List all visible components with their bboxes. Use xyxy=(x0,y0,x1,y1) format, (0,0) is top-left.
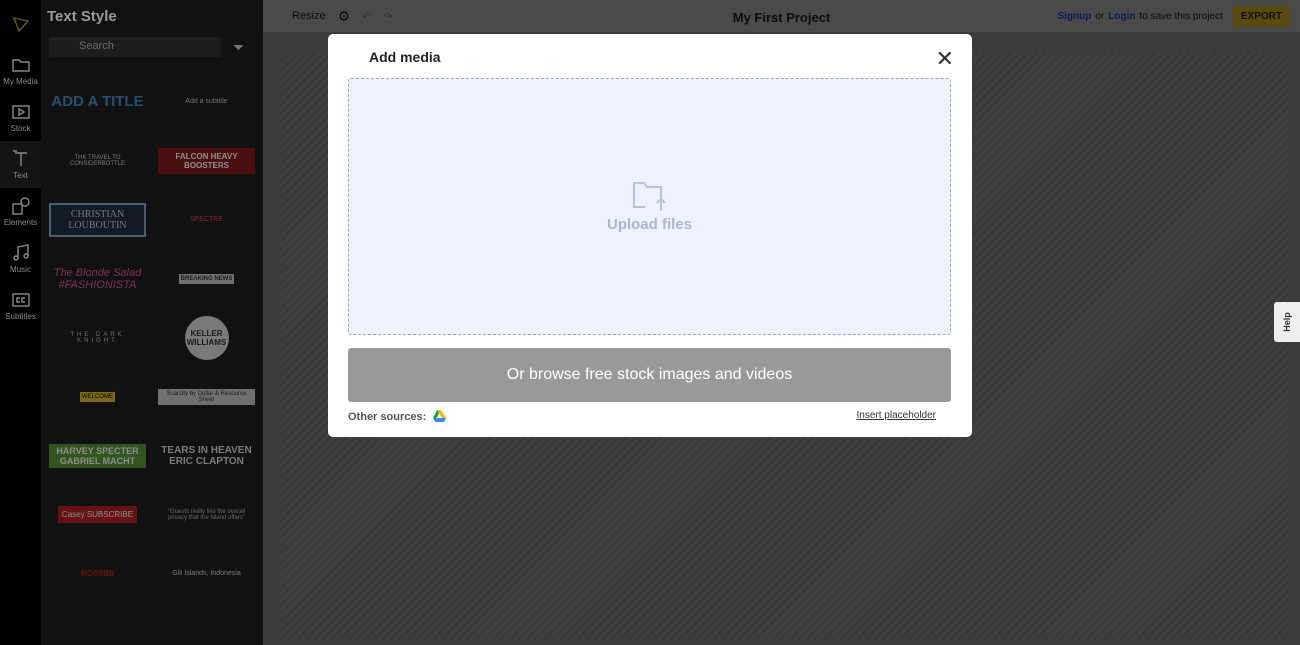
tile-text: THK TRAVEL TO CONSIDERBOTTLE xyxy=(69,154,125,167)
tile-text: FALCON HEAVY BOOSTERS xyxy=(158,147,255,174)
cc-icon xyxy=(11,293,30,307)
tile-text: Add a subtitle xyxy=(185,98,228,105)
text-style-tile[interactable]: HARVEY SPECTER GABRIEL MACHT xyxy=(49,426,146,485)
text-style-tile[interactable]: "Guests really like the overall privacy … xyxy=(158,485,255,544)
tile-text: TEARS IN HEAVEN ERIC CLAPTON xyxy=(161,444,252,467)
redo-icon[interactable]: ↷ xyxy=(383,10,392,23)
text-style-tile[interactable]: Gili Islands, Indonesia xyxy=(158,544,255,603)
google-drive-icon[interactable] xyxy=(432,410,447,423)
folder-icon xyxy=(11,59,30,72)
sidebar-item-label: Subtitles xyxy=(5,312,36,321)
sidebar-item-music[interactable]: Music xyxy=(0,235,41,282)
tile-text: ROSSINI xyxy=(81,569,114,578)
close-icon[interactable]: ✕ xyxy=(936,46,954,72)
tile-text: CHRISTIAN LOUBOUTIN xyxy=(49,202,146,237)
upload-files-label: Upload files xyxy=(606,216,692,233)
text-style-tile[interactable]: ADD A TITLE xyxy=(49,72,146,131)
tile-text: THE DARK KNIGHT xyxy=(70,331,125,344)
add-media-modal: Add media ✕ Upload files Or browse free … xyxy=(328,34,972,437)
text-style-tile[interactable]: Add a subtitle xyxy=(158,72,255,131)
text-style-tile[interactable]: THK TRAVEL TO CONSIDERBOTTLE xyxy=(49,131,146,190)
text-style-tile[interactable]: The Blonde Salad #FASHIONISTA xyxy=(49,249,146,308)
text-style-tile[interactable]: KELLER WILLIAMS xyxy=(158,308,255,367)
tile-text: Gili Islands, Indonesia xyxy=(172,570,241,577)
or-text: or xyxy=(1095,10,1105,22)
insert-placeholder-link[interactable]: Insert placeholder xyxy=(857,410,937,421)
upload-dropzone[interactable]: Upload files xyxy=(348,78,951,335)
filter-icon[interactable]: ⏷ xyxy=(233,39,244,56)
sidebar-item-stock[interactable]: Stock xyxy=(0,94,41,141)
text-style-tile[interactable]: ROSSINI xyxy=(49,544,146,603)
sidebar-item-label: Music xyxy=(10,265,31,274)
text-style-tile[interactable]: FALCON HEAVY BOOSTERS xyxy=(158,131,255,190)
text-style-tile[interactable]: Casey SUBSCRIBE xyxy=(49,485,146,544)
tile-text: ADD A TITLE xyxy=(51,93,144,110)
icon-sidebar: My Media Stock Text Elements Music Subti… xyxy=(0,0,41,645)
tile-text: WELCOME xyxy=(79,391,115,402)
sidebar-item-label: Stock xyxy=(10,124,31,133)
login-link[interactable]: Login xyxy=(1108,11,1135,22)
text-icon xyxy=(12,150,27,166)
browse-stock-button[interactable]: Or browse free stock images and videos xyxy=(348,348,951,402)
tile-text: The Blonde Salad #FASHIONISTA xyxy=(53,266,142,291)
music-icon xyxy=(12,244,29,261)
help-label: Help xyxy=(1281,312,1292,332)
text-style-tile[interactable]: CHRISTIAN LOUBOUTIN xyxy=(49,190,146,249)
sidebar-item-elements[interactable]: Elements xyxy=(0,188,41,235)
text-style-tile[interactable]: Scarcity by Dollar & Resource Sheet xyxy=(158,367,255,426)
text-style-grid: ADD A TITLE Add a subtitle THK TRAVEL TO C… xyxy=(49,72,255,603)
tile-text: "Guests really like the overall privacy … xyxy=(167,508,246,521)
signup-link[interactable]: Signup xyxy=(1057,11,1091,22)
panel-title: Text Style xyxy=(47,8,117,25)
text-style-tile[interactable]: TEARS IN HEAVEN ERIC CLAPTON xyxy=(158,426,255,485)
settings-icon[interactable]: ⚙ xyxy=(338,8,351,25)
top-bar: Resize ⚙ ↶ ↷ My First Project Signup or … xyxy=(263,0,1300,32)
text-style-tile[interactable]: THE DARK KNIGHT xyxy=(49,308,146,367)
sidebar-item-text[interactable]: Text xyxy=(0,141,41,188)
elements-icon xyxy=(11,197,30,215)
tile-text: SPECTRE xyxy=(189,216,224,223)
tile-text: KELLER WILLIAMS xyxy=(184,315,229,360)
tile-text: Casey SUBSCRIBE xyxy=(57,506,138,523)
save-hint: to save this project xyxy=(1139,10,1223,22)
logo-icon[interactable] xyxy=(0,0,41,47)
sidebar-item-label: Elements xyxy=(3,218,38,227)
undo-icon[interactable]: ↶ xyxy=(362,10,371,23)
search-input[interactable]: Search xyxy=(49,37,221,57)
tile-text: HARVEY SPECTER GABRIEL MACHT xyxy=(49,443,146,468)
sidebar-item-my-media[interactable]: My Media xyxy=(0,47,41,94)
text-style-tile[interactable]: SPECTRE xyxy=(158,190,255,249)
export-button[interactable]: EXPORT xyxy=(1232,5,1290,27)
text-style-tile[interactable]: BREAKING NEWS xyxy=(158,249,255,308)
other-sources-label: Other sources: xyxy=(348,410,427,423)
sidebar-item-label: My Media xyxy=(3,77,38,86)
sidebar-item-label: Text xyxy=(13,171,28,180)
tile-text: Scarcity by Dollar & Resource Sheet xyxy=(158,388,255,405)
modal-title: Add media xyxy=(369,49,441,65)
text-style-tile[interactable]: WELCOME xyxy=(49,367,146,426)
help-tab[interactable]: Help xyxy=(1274,302,1300,342)
folder-upload-icon xyxy=(632,182,666,211)
stock-video-icon xyxy=(11,105,30,119)
sidebar-item-subtitles[interactable]: Subtitles xyxy=(0,282,41,329)
text-style-panel: Text Style Search ⏷ ADD A TITLE Add a sub… xyxy=(41,0,263,645)
tile-text: BREAKING NEWS xyxy=(178,273,235,284)
search-placeholder: Search xyxy=(79,40,114,52)
resize-button[interactable]: Resize xyxy=(292,10,326,22)
